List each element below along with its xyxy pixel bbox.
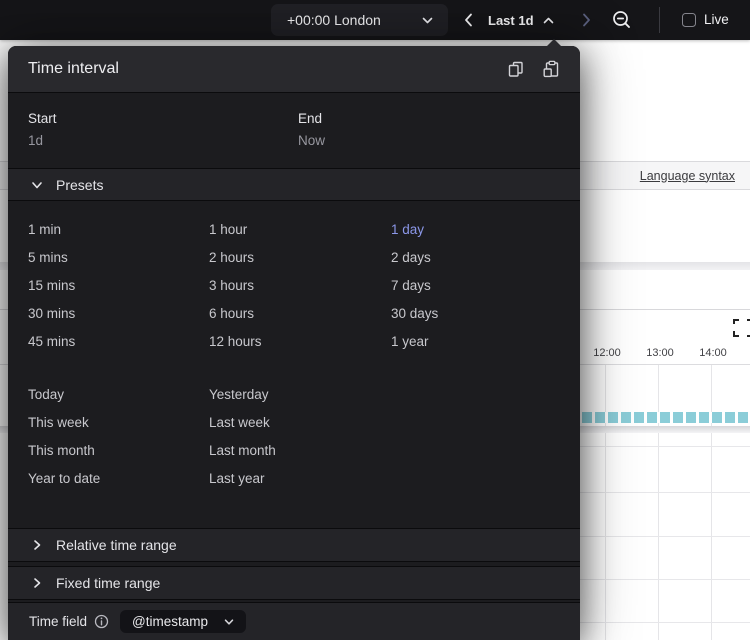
end-value: Now [298, 133, 326, 148]
preset-item[interactable]: 30 days [391, 300, 580, 328]
gridline-horizontal [580, 536, 750, 537]
relative-time-range-section[interactable]: Relative time range [8, 528, 580, 562]
language-syntax-link[interactable]: Language syntax [640, 169, 735, 183]
live-checkbox[interactable] [682, 13, 696, 27]
chevron-down-icon [223, 616, 235, 628]
preset-item[interactable]: Year to date [28, 465, 209, 493]
presets-section-header[interactable]: Presets [8, 168, 580, 201]
preset-item[interactable]: Last month [209, 437, 580, 465]
time-field-bar: Time field @timestamp [8, 602, 580, 640]
fixed-time-range-section[interactable]: Fixed time range [8, 566, 580, 600]
time-forward-button[interactable] [578, 12, 594, 28]
time-field-label: Time field [29, 614, 88, 629]
preset-item[interactable]: Last week [209, 409, 580, 437]
relative-time-range-label: Relative time range [56, 537, 177, 553]
end-field[interactable]: End Now [298, 111, 325, 168]
gridline-vertical [605, 365, 606, 640]
time-interval-panel: Time interval Start 1d End Now Presets 1… [8, 39, 580, 640]
preset-item[interactable]: 1 hour [209, 216, 391, 244]
x-axis-tick: 12:00 [593, 347, 621, 359]
copy-icon[interactable] [507, 60, 525, 78]
preset-item[interactable]: 1 min [28, 216, 209, 244]
selection-box-icon[interactable] [733, 318, 750, 338]
gridline-horizontal [580, 579, 750, 580]
screen: Language syntax 12:00 13:00 14:00 +00:00… [0, 0, 750, 640]
preset-item[interactable]: 1 day [391, 216, 580, 244]
gridline-horizontal [580, 446, 750, 447]
zoom-out-icon[interactable] [611, 9, 633, 31]
preset-item[interactable]: Yesterday [209, 381, 580, 409]
time-range-label: Last 1d [488, 12, 534, 28]
preset-item[interactable]: 2 days [391, 244, 580, 272]
time-field-value: @timestamp [132, 614, 208, 629]
chevron-up-icon [542, 14, 555, 27]
gridline-vertical [711, 365, 712, 640]
gridline-vertical [658, 365, 659, 640]
presets-content: 1 min 1 hour 1 day 5 mins 2 hours 2 days… [8, 201, 580, 528]
preset-item[interactable]: 7 days [391, 272, 580, 300]
chevron-right-icon [30, 538, 44, 552]
start-field[interactable]: Start 1d [28, 111, 298, 168]
timezone-dropdown[interactable]: +00:00 London [271, 4, 448, 36]
preset-item[interactable]: Last year [209, 465, 580, 493]
time-field-dropdown[interactable]: @timestamp [120, 610, 247, 633]
preset-duration-grid: 1 min 1 hour 1 day 5 mins 2 hours 2 days… [28, 216, 580, 356]
histogram-bars[interactable] [582, 412, 750, 423]
chevron-down-icon [421, 14, 434, 27]
chevron-right-icon [30, 576, 44, 590]
x-axis-tick: 14:00 [699, 347, 727, 359]
preset-item[interactable]: Today [28, 381, 209, 409]
preset-item[interactable]: 3 hours [209, 272, 391, 300]
preset-item[interactable]: 12 hours [209, 328, 391, 356]
timezone-label: +00:00 London [287, 12, 381, 28]
presets-header-label: Presets [56, 176, 104, 193]
preset-item[interactable]: 6 hours [209, 300, 391, 328]
preset-item[interactable]: This week [28, 409, 209, 437]
popover-caret [546, 39, 562, 47]
gridline-horizontal [580, 492, 750, 493]
panel-title: Time interval [28, 60, 119, 77]
paste-icon[interactable] [542, 60, 560, 78]
fixed-time-range-label: Fixed time range [56, 575, 161, 591]
chevron-down-icon [30, 178, 44, 192]
info-icon[interactable] [94, 614, 109, 629]
start-label: Start [28, 111, 57, 126]
preset-item[interactable]: 15 mins [28, 272, 209, 300]
preset-item[interactable]: 30 mins [28, 300, 209, 328]
panel-header: Time interval [8, 46, 580, 93]
preset-named-grid: Today Yesterday This week Last week This… [28, 381, 580, 493]
start-value: 1d [28, 133, 44, 148]
live-label: Live [704, 12, 729, 27]
preset-item[interactable]: 45 mins [28, 328, 209, 356]
start-end-section: Start 1d End Now [8, 93, 580, 168]
end-label: End [298, 111, 323, 126]
preset-item[interactable]: This month [28, 437, 209, 465]
preset-item[interactable]: 1 year [391, 328, 580, 356]
time-back-button[interactable] [461, 12, 477, 28]
preset-item[interactable]: 2 hours [209, 244, 391, 272]
preset-item[interactable]: 5 mins [28, 244, 209, 272]
gridline-horizontal [580, 622, 750, 623]
toolbar-divider [659, 7, 660, 33]
x-axis-tick: 13:00 [646, 347, 674, 359]
time-range-button[interactable]: Last 1d [488, 0, 555, 40]
top-toolbar: +00:00 London Last 1d Live [0, 0, 750, 40]
